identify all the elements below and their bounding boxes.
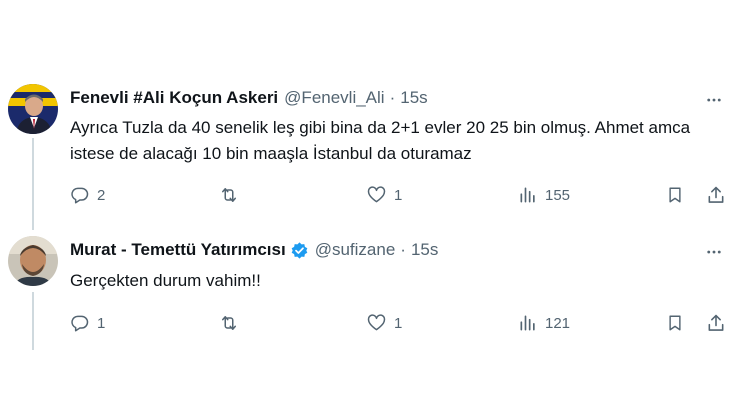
bookmark-button[interactable]: [666, 180, 684, 210]
tweet-text: Ayrıca Tuzla da 40 senelik leş gibi bina…: [70, 118, 691, 163]
tweet-header: Fenevli #Ali Koçun Askeri @Fenevli_Ali ·…: [70, 87, 428, 109]
author-handle[interactable]: @sufizane: [315, 240, 396, 260]
like-count: 1: [394, 186, 403, 204]
retweet-icon: [218, 185, 240, 205]
retweet-button[interactable]: [218, 308, 247, 338]
more-icon[interactable]: [704, 242, 724, 262]
reply-count: 2: [97, 186, 106, 204]
reply-count: 1: [97, 314, 106, 332]
author-name[interactable]: Murat - Temettü Yatırımcısı: [70, 240, 286, 260]
avatar[interactable]: [8, 84, 58, 134]
share-button[interactable]: [706, 180, 726, 210]
retweet-button[interactable]: [218, 180, 247, 210]
like-button[interactable]: 1: [366, 308, 402, 338]
reply-button[interactable]: 1: [70, 308, 105, 338]
share-button[interactable]: [706, 308, 726, 338]
views-icon: [518, 185, 538, 205]
action-bar: 1 1 121: [0, 308, 730, 338]
like-count: 1: [394, 314, 403, 332]
views-button[interactable]: 155: [518, 180, 570, 210]
author-name[interactable]: Fenevli #Ali Koçun Askeri: [70, 88, 278, 108]
retweet-icon: [218, 313, 240, 333]
more-icon[interactable]: [704, 90, 724, 110]
reply-button[interactable]: 2: [70, 180, 105, 210]
reply-icon: [70, 313, 90, 333]
reply-icon: [70, 185, 90, 205]
verified-badge-icon: [290, 241, 309, 260]
views-icon: [518, 313, 538, 333]
like-icon: [366, 185, 387, 205]
tweet-header: Murat - Temettü Yatırımcısı @sufizane · …: [70, 239, 438, 261]
avatar[interactable]: [8, 236, 58, 286]
tweet-text: Gerçekten durum vahim!!: [70, 271, 261, 290]
action-bar: 2 1 155: [0, 180, 730, 210]
view-count: 121: [545, 314, 571, 332]
views-button[interactable]: 121: [518, 308, 570, 338]
share-icon: [706, 185, 726, 205]
share-icon: [706, 313, 726, 333]
view-count: 155: [545, 186, 571, 204]
separator-dot: ·: [400, 240, 406, 259]
timestamp[interactable]: 15s: [400, 88, 427, 108]
like-button[interactable]: 1: [366, 180, 402, 210]
bookmark-icon: [666, 313, 684, 333]
timestamp[interactable]: 15s: [411, 240, 438, 260]
separator-dot: ·: [389, 88, 396, 107]
author-handle[interactable]: @Fenevli_Ali: [284, 88, 384, 108]
bookmark-icon: [666, 185, 684, 205]
like-icon: [366, 313, 387, 333]
bookmark-button[interactable]: [666, 308, 684, 338]
